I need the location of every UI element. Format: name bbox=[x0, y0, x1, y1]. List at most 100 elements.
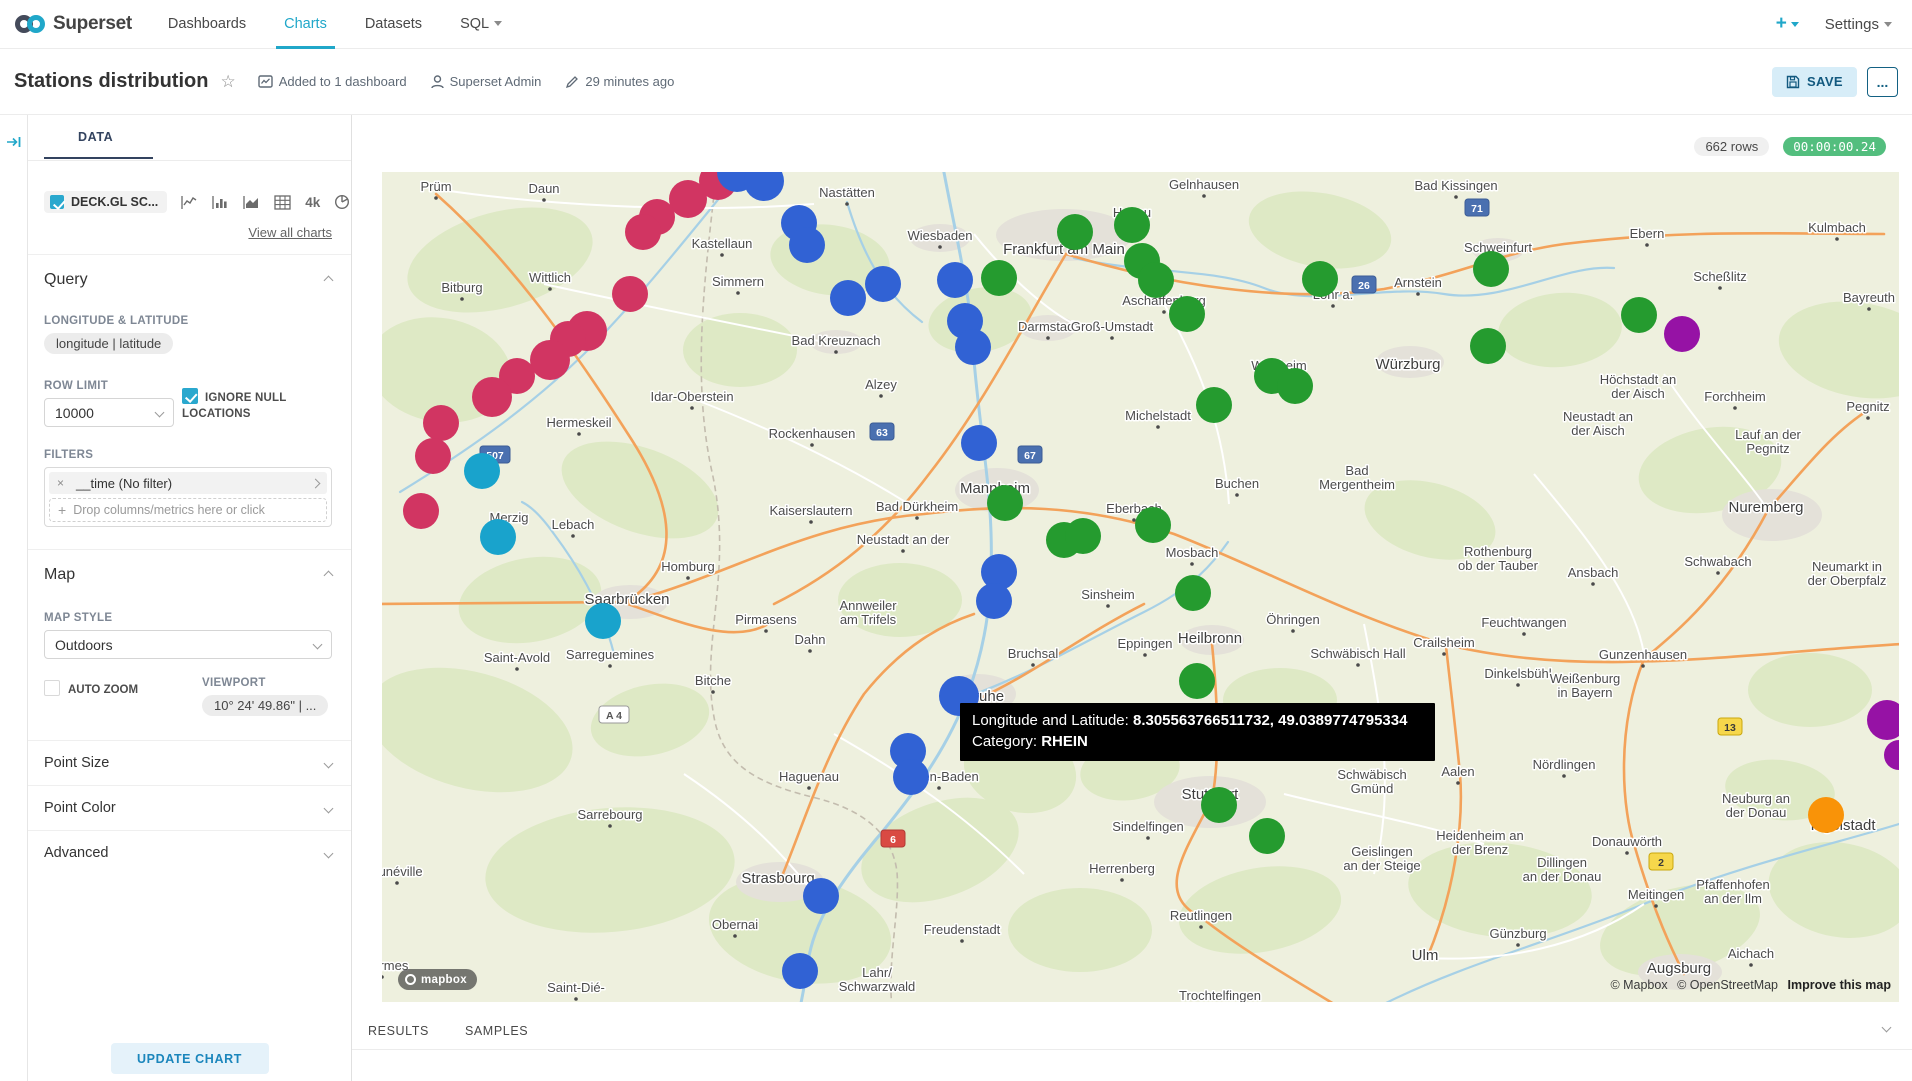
bar-chart-icon[interactable] bbox=[212, 195, 229, 210]
map-point[interactable] bbox=[1621, 297, 1657, 333]
map-point[interactable] bbox=[1470, 328, 1506, 364]
new-button[interactable]: + bbox=[1776, 13, 1799, 35]
superset-logo[interactable]: Superset bbox=[14, 13, 132, 35]
tab-results[interactable]: RESULTS bbox=[368, 1024, 429, 1049]
map-point[interactable] bbox=[1302, 261, 1338, 297]
big-number-icon[interactable]: 4k bbox=[305, 195, 320, 210]
point-size-section[interactable]: Point Size bbox=[44, 741, 332, 785]
nav-datasets[interactable]: Datasets bbox=[365, 0, 422, 49]
map-point[interactable] bbox=[865, 266, 901, 302]
advanced-section[interactable]: Advanced bbox=[44, 831, 332, 875]
area-chart-icon[interactable] bbox=[243, 195, 260, 210]
map-point[interactable] bbox=[1277, 368, 1313, 404]
map-point[interactable] bbox=[464, 453, 500, 489]
map-point[interactable] bbox=[1664, 316, 1700, 352]
dashboards-badge[interactable]: Added to 1 dashboard bbox=[258, 74, 407, 89]
nav-sql[interactable]: SQL bbox=[460, 0, 502, 49]
update-chart-button[interactable]: UPDATE CHART bbox=[111, 1043, 269, 1074]
filter-drop-zone[interactable]: + Drop columns/metrics here or click bbox=[49, 498, 327, 522]
map-point[interactable] bbox=[415, 438, 451, 474]
map-town-label: Geislingenan der Steige bbox=[1343, 844, 1420, 873]
osm-attribution-link[interactable]: © OpenStreetMap bbox=[1677, 978, 1778, 992]
map-point[interactable] bbox=[480, 519, 516, 555]
map-point[interactable] bbox=[789, 227, 825, 263]
map-town-dot bbox=[1516, 943, 1520, 947]
map-point[interactable] bbox=[585, 603, 621, 639]
map-point[interactable] bbox=[669, 180, 707, 218]
viz-type-selected[interactable]: DECK.GL SC... bbox=[44, 191, 167, 213]
more-actions-button[interactable]: ... bbox=[1867, 67, 1898, 97]
pie-chart-icon[interactable] bbox=[334, 194, 350, 210]
ignore-null-checkbox[interactable] bbox=[182, 388, 198, 404]
point-color-section[interactable]: Point Color bbox=[44, 786, 332, 830]
mapbox-attribution-link[interactable]: © Mapbox bbox=[1610, 978, 1667, 992]
settings-menu[interactable]: Settings bbox=[1825, 16, 1892, 33]
last-modified-badge[interactable]: 29 minutes ago bbox=[565, 74, 674, 89]
map-town-label: Heilbronn bbox=[1178, 630, 1242, 647]
map-town-label: Wittlich bbox=[529, 270, 571, 285]
map-point[interactable] bbox=[830, 280, 866, 316]
tab-samples[interactable]: SAMPLES bbox=[465, 1024, 528, 1049]
map-point[interactable] bbox=[625, 214, 661, 250]
row-limit-select[interactable]: 10000 bbox=[44, 398, 174, 427]
map-section-header[interactable]: Map bbox=[44, 566, 332, 584]
filter-chip[interactable]: × __time (No filter) bbox=[49, 472, 327, 494]
map-point[interactable] bbox=[530, 340, 570, 380]
query-section-header[interactable]: Query bbox=[44, 271, 332, 289]
map-point[interactable] bbox=[1169, 296, 1205, 332]
map-point[interactable] bbox=[1808, 797, 1844, 833]
tab-data[interactable]: DATA bbox=[44, 115, 153, 159]
map-point[interactable] bbox=[955, 329, 991, 365]
deckgl-map[interactable]: PrümDaunNastättenGelnhausenBad Kissingen… bbox=[382, 172, 1899, 1002]
map-point[interactable] bbox=[937, 262, 973, 298]
map-point[interactable] bbox=[981, 260, 1017, 296]
map-point[interactable] bbox=[1065, 518, 1101, 554]
viz-selected-check bbox=[50, 195, 64, 209]
map-point[interactable] bbox=[1135, 507, 1171, 543]
map-town-dot bbox=[542, 198, 546, 202]
map-point[interactable] bbox=[1057, 214, 1093, 250]
map-point[interactable] bbox=[1138, 262, 1174, 298]
improve-map-link[interactable]: Improve this map bbox=[1788, 978, 1892, 992]
save-button[interactable]: SAVE bbox=[1772, 67, 1857, 97]
map-point[interactable] bbox=[612, 276, 648, 312]
favorite-star-icon[interactable]: ☆ bbox=[220, 72, 235, 92]
map-point[interactable] bbox=[1201, 787, 1237, 823]
map-town-label: Freudenstadt bbox=[924, 922, 1001, 937]
auto-zoom-checkbox[interactable] bbox=[44, 680, 60, 696]
map-town-label: Groß-Umstadt bbox=[1071, 319, 1154, 334]
map-point[interactable] bbox=[1196, 387, 1232, 423]
nav-charts[interactable]: Charts bbox=[284, 0, 327, 49]
map-point[interactable] bbox=[1179, 663, 1215, 699]
map-point[interactable] bbox=[1175, 575, 1211, 611]
map-town-dot bbox=[1120, 878, 1124, 882]
lonlat-chip[interactable]: longitude | latitude bbox=[44, 333, 173, 354]
map-point[interactable] bbox=[1473, 251, 1509, 287]
map-town-dot bbox=[1106, 604, 1110, 608]
line-chart-icon[interactable] bbox=[181, 195, 198, 210]
map-style-label: MAP STYLE bbox=[44, 612, 332, 624]
map-point[interactable] bbox=[893, 759, 929, 795]
map-point[interactable] bbox=[782, 953, 818, 989]
map-point[interactable] bbox=[803, 878, 839, 914]
chevron-down-icon bbox=[324, 848, 334, 858]
map-point[interactable] bbox=[472, 377, 512, 417]
map-point[interactable] bbox=[961, 425, 997, 461]
table-icon[interactable] bbox=[274, 195, 291, 210]
viewport-chip[interactable]: 10° 24' 49.86" | ... bbox=[202, 695, 328, 716]
map-point[interactable] bbox=[423, 405, 459, 441]
map-town-dot bbox=[1749, 963, 1753, 967]
map-point[interactable] bbox=[403, 493, 439, 529]
map-town-dot bbox=[1733, 406, 1737, 410]
map-point[interactable] bbox=[1249, 818, 1285, 854]
map-point[interactable] bbox=[976, 583, 1012, 619]
collapse-panel-icon[interactable] bbox=[6, 135, 22, 149]
map-style-select[interactable]: Outdoors bbox=[44, 630, 332, 659]
nav-dashboards[interactable]: Dashboards bbox=[168, 0, 246, 49]
map-point[interactable] bbox=[987, 485, 1023, 521]
mapbox-logo[interactable]: mapbox bbox=[398, 969, 477, 990]
map-town-dot bbox=[460, 297, 464, 301]
remove-filter-icon[interactable]: × bbox=[57, 476, 64, 490]
map-point[interactable] bbox=[1114, 207, 1150, 243]
map-town-label: Aichach bbox=[1728, 946, 1774, 961]
